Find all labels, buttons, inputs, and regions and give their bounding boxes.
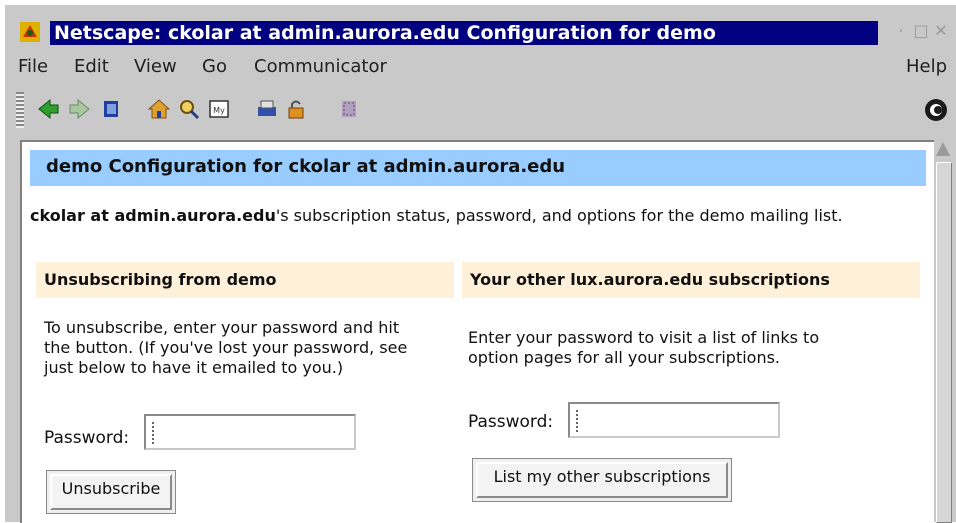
page-header-bar: demo Configuration for ckolar at admin.a…	[30, 150, 926, 186]
minimize-icon[interactable]: ·	[892, 22, 910, 40]
unsubscribe-section-header: Unsubscribing from demo	[36, 262, 454, 298]
other-password-label: Password:	[468, 412, 554, 432]
reload-icon[interactable]	[98, 96, 124, 122]
list-subscriptions-button[interactable]: List my other subscriptions	[476, 462, 728, 498]
security-icon[interactable]	[284, 96, 310, 122]
maximize-icon[interactable]: □	[912, 22, 930, 40]
toolbar-grip[interactable]	[16, 92, 24, 128]
navigation-toolbar: My	[14, 88, 954, 134]
stop-icon[interactable]	[336, 96, 362, 122]
unsubscribe-heading: Unsubscribing from demo	[44, 270, 277, 289]
scroll-thumb[interactable]	[936, 162, 952, 523]
text-cursor	[576, 410, 578, 432]
menu-file[interactable]: File	[18, 56, 48, 78]
other-line-2: option pages for all your subscriptions.	[468, 348, 781, 367]
other-subscriptions-instructions: Enter your password to visit a list of l…	[468, 328, 819, 368]
svg-text:My: My	[213, 106, 225, 115]
subscription-status-text: ckolar at admin.aurora.edu's subscriptio…	[30, 206, 843, 225]
unsubscribe-line-1: To unsubscribe, enter your password and …	[44, 318, 400, 337]
unsubscribe-button-frame: Unsubscribe	[46, 470, 176, 514]
menu-go[interactable]: Go	[202, 56, 227, 78]
other-line-1: Enter your password to visit a list of l…	[468, 328, 820, 347]
list-subscriptions-button-frame: List my other subscriptions	[472, 458, 732, 502]
menu-view[interactable]: View	[134, 56, 177, 78]
search-icon[interactable]	[176, 96, 202, 122]
netscape-app-icon	[20, 22, 40, 42]
my-netscape-icon[interactable]: My	[206, 96, 232, 122]
print-icon[interactable]	[254, 96, 280, 122]
unsubscribe-password-label: Password:	[44, 428, 130, 448]
scroll-up-icon[interactable]	[936, 142, 950, 156]
status-member: ckolar at admin.aurora.edu	[30, 206, 276, 225]
close-icon[interactable]: ✕	[932, 22, 950, 40]
unsubscribe-instructions: To unsubscribe, enter your password and …	[44, 318, 407, 378]
unsubscribe-button[interactable]: Unsubscribe	[50, 474, 172, 510]
forward-icon[interactable]	[66, 96, 92, 122]
menu-help[interactable]: Help	[906, 56, 947, 78]
page-content: demo Configuration for ckolar at admin.a…	[20, 140, 934, 523]
page-title: demo Configuration for ckolar at admin.a…	[46, 156, 566, 177]
vertical-scrollbar[interactable]	[934, 140, 952, 523]
text-cursor	[152, 422, 154, 444]
menu-edit[interactable]: Edit	[74, 56, 109, 78]
unsubscribe-password-input[interactable]	[144, 414, 356, 450]
unsubscribe-line-3: just below to have it emailed to you.)	[44, 358, 344, 377]
unsubscribe-line-2: the button. (If you've lost your passwor…	[44, 338, 408, 357]
status-rest: 's subscription status, password, and op…	[275, 206, 843, 225]
menu-communicator[interactable]: Communicator	[254, 56, 387, 78]
home-icon[interactable]	[146, 96, 172, 122]
other-subscriptions-heading: Your other lux.aurora.edu subscriptions	[470, 270, 830, 289]
title-bar: Netscape: ckolar at admin.aurora.edu Con…	[14, 18, 954, 46]
window-title: Netscape: ckolar at admin.aurora.edu Con…	[54, 22, 716, 44]
other-password-input[interactable]	[568, 402, 780, 438]
menu-bar: File Edit View Go Communicator Help	[14, 52, 954, 82]
back-icon[interactable]	[36, 96, 62, 122]
other-subscriptions-section-header: Your other lux.aurora.edu subscriptions	[462, 262, 920, 298]
netscape-logo-icon	[925, 99, 947, 121]
